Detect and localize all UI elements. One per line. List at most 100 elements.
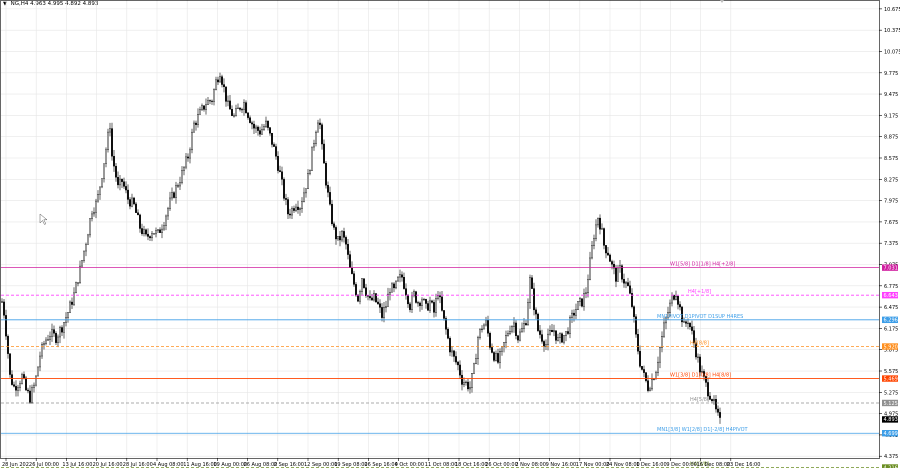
- candle-body: [531, 277, 533, 289]
- price-tick-label: 6.775: [884, 284, 898, 290]
- candle-body: [117, 177, 119, 186]
- candle-body: [415, 291, 417, 303]
- candle-body: [1, 301, 3, 303]
- candle-body: [353, 273, 355, 285]
- candle-body: [205, 104, 207, 110]
- time-tick-label: 26 Sep 16:00: [364, 462, 397, 468]
- candle-body: [429, 300, 431, 311]
- candle-body: [341, 231, 343, 241]
- candle-body: [425, 299, 427, 304]
- time-tick-label: 6 Jul 00:00: [32, 462, 59, 468]
- candle-body: [115, 165, 117, 178]
- candle-body: [715, 399, 717, 410]
- candle-body: [231, 109, 233, 116]
- candle-body: [301, 201, 303, 209]
- candle-body: [177, 185, 179, 187]
- time-tick-label: 13 Jul 16:00: [62, 462, 92, 468]
- candle-body: [617, 267, 619, 282]
- candle-body: [507, 333, 509, 336]
- candle-body: [251, 122, 253, 125]
- price-tick-label: 5.575: [884, 369, 898, 375]
- last-price-tag-text: 4.893: [884, 417, 898, 423]
- candle-body: [497, 353, 499, 363]
- candle-body: [247, 112, 249, 118]
- candle-body: [479, 328, 481, 338]
- candle-body: [439, 295, 441, 298]
- candle-body: [87, 234, 89, 245]
- candle-body: [149, 236, 151, 239]
- candle-body: [123, 181, 125, 187]
- candle-body: [121, 178, 123, 182]
- candle-body: [489, 333, 491, 348]
- candle-body: [495, 353, 497, 361]
- candle-body: [615, 267, 617, 282]
- candle-body: [245, 102, 247, 114]
- candle-body: [643, 369, 645, 373]
- candle-body: [629, 285, 631, 294]
- candle-body: [683, 321, 685, 323]
- price-axis[interactable]: 10.675 10.375 10.075 9.775 9.475 9.175 8.875 8.…: [879, 7, 900, 468]
- candle-body: [473, 363, 475, 374]
- candle-body: [707, 382, 709, 397]
- candle-body: [407, 295, 409, 305]
- price-chart[interactable]: W1[5/8] D1[1/8] H4[+2/8] H4[+1/8] MN1PIVOT…: [0, 0, 900, 468]
- candle-body: [53, 329, 55, 334]
- scroll-marker: [720, 0, 724, 3]
- time-tick-label: 26 Aug 08:00: [244, 462, 278, 468]
- candle-body: [659, 347, 661, 363]
- candle-body: [225, 86, 227, 102]
- candle-body: [457, 361, 459, 366]
- candle-body: [77, 282, 79, 284]
- candle-body: [553, 330, 555, 333]
- time-tick-label: 20 Jul 16:00: [93, 462, 123, 468]
- candle-body: [315, 131, 317, 144]
- candle-body: [525, 323, 527, 326]
- candle-body: [517, 335, 519, 341]
- price-tick-label: 4.375: [884, 454, 898, 460]
- candle-body: [103, 163, 105, 179]
- candle-body: [299, 208, 301, 210]
- candle-body: [41, 343, 43, 357]
- candle-body: [211, 100, 213, 102]
- time-axis[interactable]: 28 Jun 2022 6 Jul 00:00 13 Jul 16:00 20 Jul…: [2, 458, 760, 468]
- time-tick-label: 11 Oct 08:00: [425, 462, 458, 468]
- candle-body: [191, 131, 193, 151]
- candle-body: [237, 107, 239, 109]
- candle-body: [589, 257, 591, 280]
- candle-body: [409, 303, 411, 310]
- candle-body: [679, 304, 681, 308]
- candle-body: [447, 329, 449, 339]
- candle-body: [219, 76, 221, 83]
- candle-body: [635, 316, 637, 335]
- time-tick-label: 23 Dec 16:00: [727, 462, 761, 468]
- candle-body: [289, 213, 291, 216]
- candle-body: [383, 307, 385, 318]
- candle-body: [269, 127, 271, 134]
- candle-body: [587, 279, 589, 294]
- candle-body: [671, 295, 673, 304]
- candle-body: [157, 229, 159, 231]
- candle-body: [357, 294, 359, 302]
- candle-body: [435, 298, 437, 313]
- candle-body: [271, 132, 273, 145]
- candle-body: [337, 236, 339, 240]
- candle-body: [111, 128, 113, 157]
- candle-body: [539, 330, 541, 335]
- candle-body: [585, 292, 587, 294]
- candle-body: [305, 188, 307, 194]
- candle-body: [719, 412, 721, 418]
- price-tick-label: 8.575: [884, 156, 898, 162]
- candle-body: [521, 328, 523, 333]
- candle-body: [471, 373, 473, 388]
- candle-body: [13, 384, 15, 387]
- candle-body: [427, 303, 429, 311]
- candle-body: [661, 336, 663, 348]
- candle-body: [297, 206, 299, 210]
- candle-body: [339, 236, 341, 241]
- candle-body: [499, 351, 501, 363]
- candle-body: [141, 228, 143, 235]
- candle-body: [421, 299, 423, 306]
- candle-body: [39, 355, 41, 368]
- candle-body: [627, 282, 629, 286]
- time-tick-label: 4 Oct 00:00: [395, 462, 424, 468]
